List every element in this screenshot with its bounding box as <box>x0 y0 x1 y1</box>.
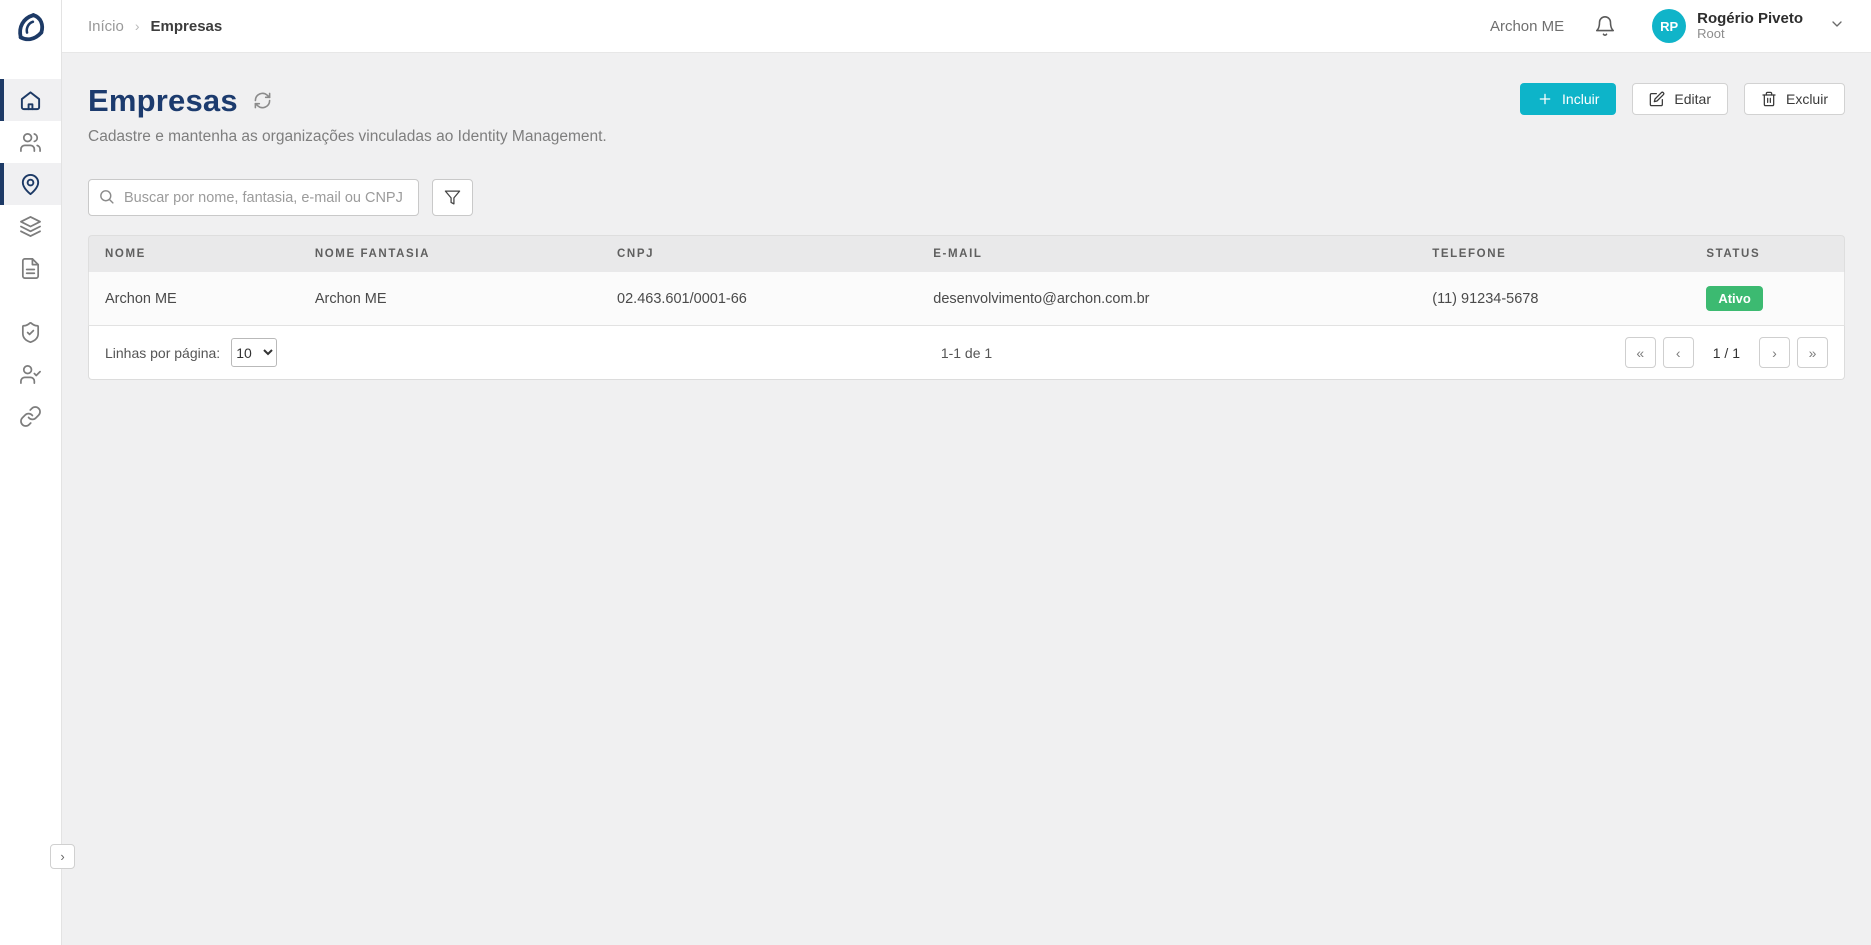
user-role: Root <box>1697 27 1803 42</box>
page-indicator: 1 / 1 <box>1713 345 1740 361</box>
sidebar-item-documents[interactable] <box>0 247 61 289</box>
link-icon <box>19 405 42 428</box>
search-icon <box>98 188 115 210</box>
cell-nome[interactable]: Archon ME <box>88 272 299 326</box>
search-input[interactable] <box>88 179 419 216</box>
user-menu-toggle[interactable] <box>1829 16 1845 37</box>
page-title: Empresas <box>88 83 238 119</box>
breadcrumb-separator: › <box>135 18 140 34</box>
companies-table: NOME NOME FANTASIA CNPJ E-MAIL TELEFONE … <box>88 235 1845 380</box>
add-button[interactable]: Incluir <box>1520 83 1616 115</box>
map-pin-icon <box>19 173 42 196</box>
delete-button[interactable]: Excluir <box>1744 83 1845 115</box>
refresh-button[interactable] <box>253 91 272 115</box>
page-actions: Incluir Editar Excluir <box>1520 83 1845 115</box>
users-icon <box>19 131 42 154</box>
cell-telefone[interactable]: (11) 91234-5678 <box>1416 272 1690 326</box>
sidebar <box>0 0 62 945</box>
pagination-range: 1-1 de 1 <box>941 345 992 361</box>
breadcrumb: Início › Empresas <box>88 18 222 35</box>
table-header-row: NOME NOME FANTASIA CNPJ E-MAIL TELEFONE … <box>88 235 1845 272</box>
cell-email[interactable]: desenvolvimento@archon.com.br <box>917 272 1416 326</box>
table-footer: Linhas por página: 10 1-1 de 1 « ‹ 1 / 1… <box>88 326 1845 380</box>
breadcrumb-home[interactable]: Início <box>88 18 124 35</box>
edit-icon <box>1649 91 1665 107</box>
bell-icon <box>1594 15 1616 37</box>
page-header: Empresas Cadastre e mantenha as organiza… <box>88 83 1845 146</box>
sidebar-item-integrations[interactable] <box>0 395 61 437</box>
sidebar-item-home[interactable] <box>0 79 61 121</box>
avatar[interactable]: RP <box>1652 9 1686 43</box>
last-page-button[interactable]: » <box>1797 337 1828 368</box>
sidebar-item-users[interactable] <box>0 121 61 163</box>
trash-icon <box>1761 91 1777 107</box>
topbar-right: Archon ME RP Rogério Piveto Root <box>1490 9 1845 43</box>
add-button-label: Incluir <box>1562 91 1599 107</box>
next-page-button[interactable]: › <box>1759 337 1790 368</box>
table-row[interactable]: Archon ME Archon ME 02.463.601/0001-66 d… <box>88 272 1845 326</box>
page-subtitle: Cadastre e mantenha as organizações vinc… <box>88 128 607 146</box>
col-header-nome[interactable]: NOME <box>88 235 299 272</box>
edit-button-label: Editar <box>1674 91 1711 107</box>
col-header-telefone[interactable]: TELEFONE <box>1416 235 1690 272</box>
file-text-icon <box>19 257 42 280</box>
col-header-status[interactable]: STATUS <box>1690 235 1845 272</box>
first-page-button[interactable]: « <box>1625 337 1656 368</box>
refresh-icon <box>253 91 272 110</box>
sidebar-section-gap <box>0 289 61 311</box>
col-header-fantasia[interactable]: NOME FANTASIA <box>299 235 601 272</box>
col-header-cnpj[interactable]: CNPJ <box>601 235 917 272</box>
search-row <box>88 179 1845 216</box>
col-header-email[interactable]: E-MAIL <box>917 235 1416 272</box>
rows-per-page-select[interactable]: 10 <box>231 338 277 367</box>
filter-icon <box>444 189 461 206</box>
filter-button[interactable] <box>432 179 473 216</box>
sidebar-item-security[interactable] <box>0 311 61 353</box>
topbar: Início › Empresas Archon ME RP Rogério P… <box>62 0 1871 53</box>
chevron-down-icon <box>1829 16 1845 32</box>
app-logo[interactable] <box>0 0 61 53</box>
user-info[interactable]: Rogério Piveto Root <box>1697 10 1803 42</box>
rows-per-page-label: Linhas por página: <box>105 345 220 361</box>
notifications-button[interactable] <box>1594 15 1616 37</box>
status-badge: Ativo <box>1706 286 1763 311</box>
main-content: Empresas Cadastre e mantenha as organiza… <box>62 0 1871 380</box>
home-icon <box>19 89 42 112</box>
user-name: Rogério Piveto <box>1697 10 1803 27</box>
shield-check-icon <box>19 321 42 344</box>
pager: « ‹ 1 / 1 › » <box>1625 337 1828 368</box>
breadcrumb-current: Empresas <box>151 18 223 35</box>
cell-fantasia[interactable]: Archon ME <box>299 272 601 326</box>
sidebar-item-layers[interactable] <box>0 205 61 247</box>
plus-icon <box>1537 91 1553 107</box>
sidebar-expand-button[interactable]: › <box>50 844 75 869</box>
sidebar-item-user-approval[interactable] <box>0 353 61 395</box>
org-name-label: Archon ME <box>1490 18 1564 35</box>
cell-status[interactable]: Ativo <box>1690 272 1845 326</box>
sidebar-nav <box>0 79 61 437</box>
sidebar-item-empresas[interactable] <box>0 163 61 205</box>
logo-icon <box>12 8 50 46</box>
cell-cnpj[interactable]: 02.463.601/0001-66 <box>601 272 917 326</box>
prev-page-button[interactable]: ‹ <box>1663 337 1694 368</box>
layers-icon <box>19 215 42 238</box>
delete-button-label: Excluir <box>1786 91 1828 107</box>
user-check-icon <box>19 363 42 386</box>
edit-button[interactable]: Editar <box>1632 83 1728 115</box>
